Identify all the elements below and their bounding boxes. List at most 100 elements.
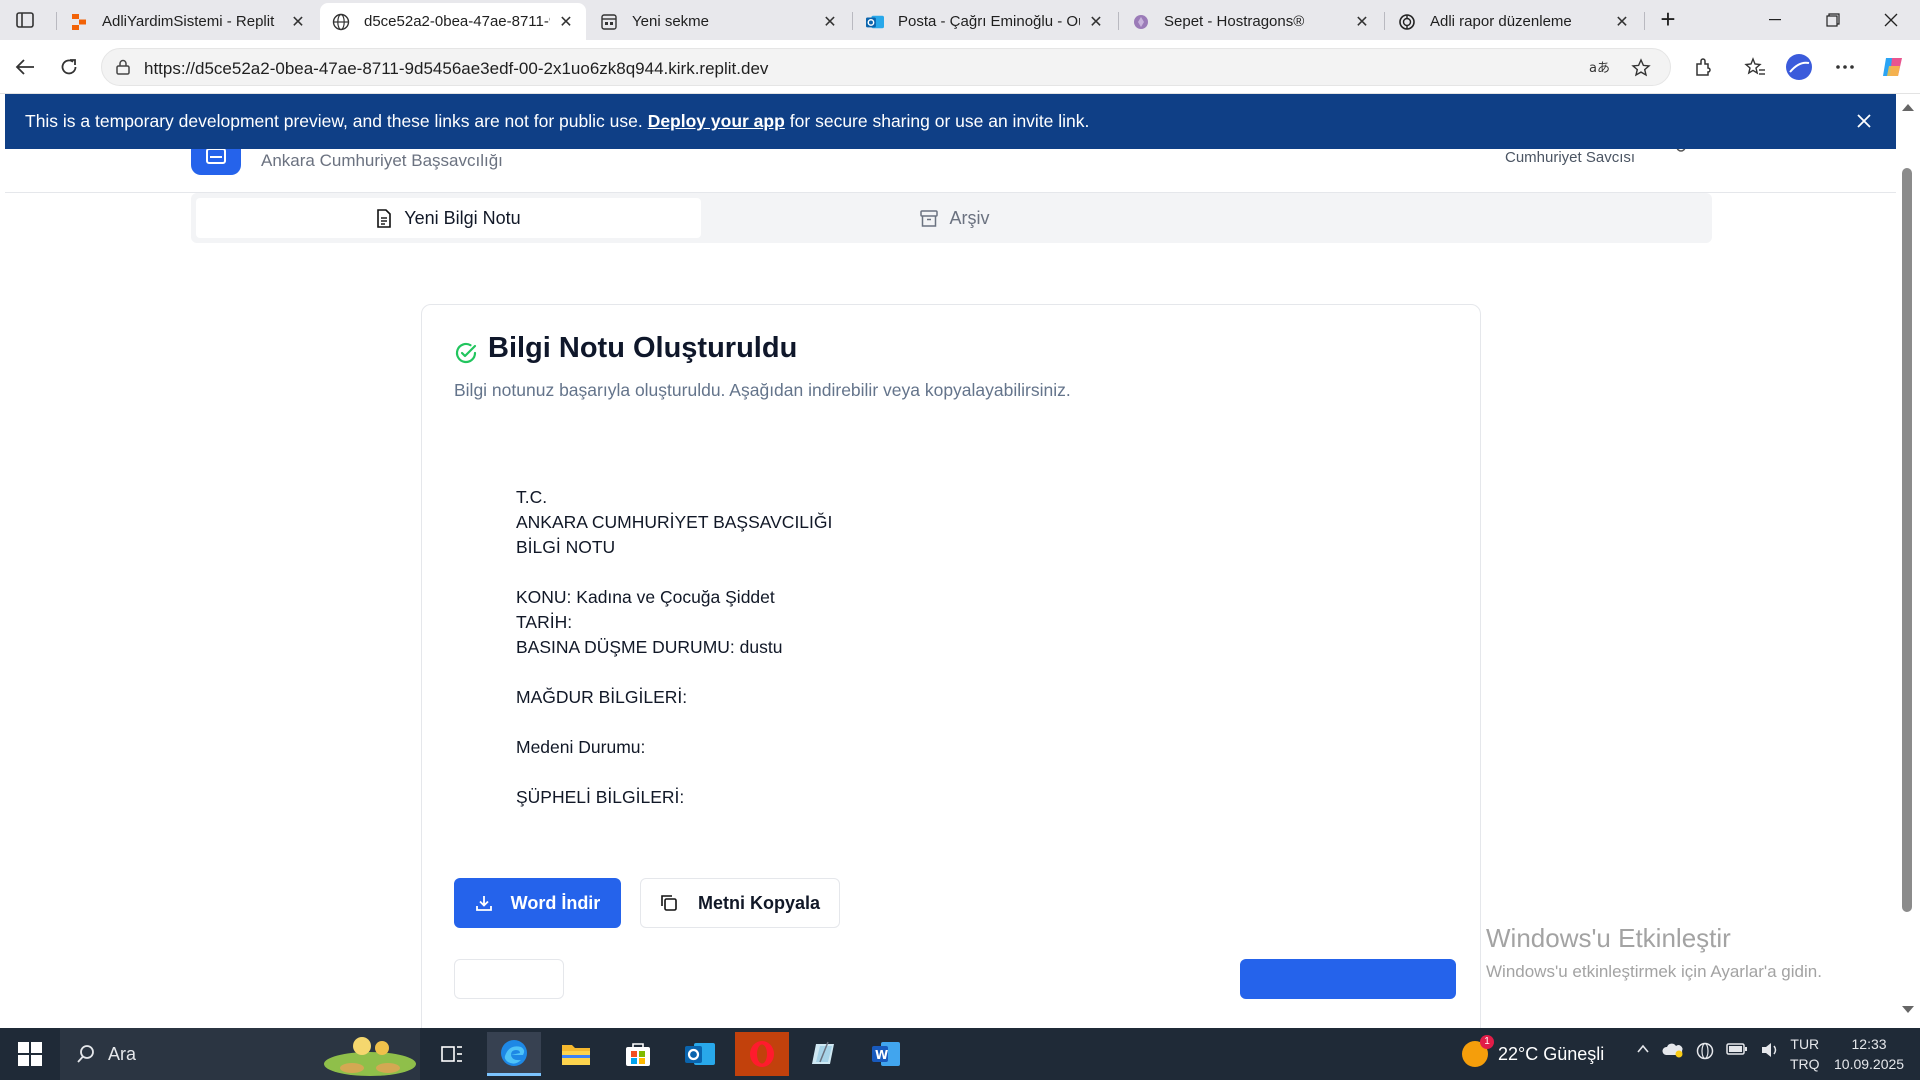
windows-activation-watermark: Windows'u Etkinleştir Windows'u etkinleş…	[1486, 923, 1822, 982]
edge-taskbar-icon[interactable]	[487, 1032, 541, 1076]
primary-action-button[interactable]	[1240, 959, 1456, 999]
copy-text-button[interactable]: Metni Kopyala	[640, 878, 840, 928]
new-tab-button[interactable]: +	[1654, 6, 1682, 34]
copilot-icon[interactable]	[1878, 52, 1908, 82]
file-explorer-icon[interactable]	[549, 1032, 603, 1076]
tab-close-icon[interactable]: ✕	[556, 12, 576, 32]
favorite-star-icon[interactable]	[1629, 56, 1653, 80]
restore-icon[interactable]	[1804, 0, 1862, 40]
tab-separator	[1384, 12, 1385, 30]
browser-tab-2[interactable]: Yeni sekme ✕	[588, 3, 850, 40]
svg-text:aあ: aあ	[1589, 61, 1610, 76]
opera-taskbar-icon[interactable]	[735, 1032, 789, 1076]
tab-title: Adli rapor düzenleme	[1430, 13, 1572, 30]
sun-icon: 1	[1462, 1035, 1494, 1067]
scrollbar-thumb[interactable]	[1902, 168, 1912, 912]
tab-yeni-bilgi-notu[interactable]: Yeni Bilgi Notu	[196, 198, 701, 238]
tab-title: Yeni sekme	[632, 13, 709, 30]
tab-close-icon[interactable]: ✕	[820, 12, 840, 32]
scroll-up-icon[interactable]	[1902, 104, 1914, 111]
microsoft-store-icon[interactable]	[611, 1032, 665, 1076]
more-menu-icon[interactable]	[1830, 52, 1860, 82]
banner-text-after: for secure sharing or use an invite link…	[789, 111, 1090, 131]
input-language[interactable]: TUR TRQ	[1790, 1034, 1820, 1074]
minimize-icon[interactable]	[1746, 0, 1804, 40]
extensions-icon[interactable]	[1688, 52, 1718, 82]
battery-icon[interactable]	[1726, 1042, 1748, 1065]
onedrive-icon[interactable]	[1662, 1042, 1684, 1065]
taskbar-clock[interactable]: 12:33 10.09.2025	[1834, 1034, 1904, 1074]
document-text: T.C. ANKARA CUMHURİYET BAŞSAVCILIĞI BİLGİ …	[516, 485, 832, 841]
tab-title: AdliYardimSistemi - Replit	[102, 13, 275, 30]
browser-tab-1[interactable]: d5ce52a2-0bea-47ae-8711-9 ✕	[320, 3, 586, 40]
document-preview[interactable]: T.C. ANKARA CUMHURİYET BAŞSAVCILIĞI BİLGİ …	[486, 445, 1454, 841]
app-subtitle: Ankara Cumhuriyet Başsavcılığı	[261, 151, 503, 170]
address-bar[interactable]: https://d5ce52a2-0bea-47ae-8711-9d5456ae…	[101, 48, 1671, 86]
search-icon	[77, 1045, 94, 1063]
word-download-button[interactable]: Word İndir	[454, 878, 621, 928]
sidebar-toggle-icon[interactable]	[10, 8, 40, 32]
network-icon[interactable]	[1696, 1042, 1714, 1065]
button-label: Metni Kopyala	[697, 892, 821, 913]
back-icon[interactable]	[10, 52, 40, 82]
tab-close-icon[interactable]: ✕	[1086, 12, 1106, 32]
result-card: Bilgi Notu Oluşturuldu Bilgi notunuz baş…	[421, 304, 1481, 1028]
notepad-taskbar-icon[interactable]	[797, 1032, 851, 1076]
profile-avatar[interactable]	[1784, 52, 1814, 82]
tab-separator	[56, 12, 57, 30]
word-taskbar-icon[interactable]: W	[859, 1032, 913, 1076]
tab-close-icon[interactable]: ✕	[1352, 12, 1372, 32]
taskview-icon[interactable]	[425, 1032, 479, 1076]
windows-start-icon[interactable]	[12, 1040, 48, 1068]
tab-arsiv[interactable]: Arşiv	[702, 198, 1207, 238]
user-menu-icon[interactable]	[1675, 149, 1689, 158]
url-text: https://d5ce52a2-0bea-47ae-8711-9d5456ae…	[144, 59, 769, 78]
document-icon	[377, 208, 392, 228]
favorites-icon[interactable]	[1740, 52, 1770, 82]
outlook-taskbar-icon[interactable]	[673, 1032, 727, 1076]
svg-text:W: W	[875, 1048, 888, 1062]
document-line: TARİH:	[516, 612, 573, 632]
card-title: Bilgi Notu Oluşturuldu	[488, 332, 798, 364]
browser-tab-3[interactable]: Posta - Çağrı Eminoğlu - Out ✕	[854, 3, 1116, 40]
keyboard-layout: TRQ	[1790, 1056, 1820, 1072]
close-window-icon[interactable]	[1862, 0, 1920, 40]
document-line: MAĞDUR BİLGİLERİ:	[516, 687, 688, 707]
app-header: Ankara Cumhuriyet Başsavcılığı Cumhuriye…	[5, 149, 1896, 193]
deploy-app-link[interactable]: Deploy your app	[648, 111, 785, 132]
watermark-subtitle: Windows'u etkinleştirmek için Ayarlar'a …	[1486, 962, 1822, 981]
tab-close-icon[interactable]: ✕	[288, 12, 308, 32]
browser-tab-0[interactable]: AdliYardimSistemi - Replit ✕	[58, 3, 318, 40]
scroll-down-icon[interactable]	[1902, 1006, 1914, 1013]
copy-icon	[661, 895, 677, 911]
browser-toolbar: https://d5ce52a2-0bea-47ae-8711-9d5456ae…	[0, 40, 1920, 94]
volume-icon[interactable]	[1760, 1042, 1780, 1065]
weather-widget[interactable]: 1 22°C Güneşli	[1462, 1028, 1604, 1080]
tab-close-icon[interactable]: ✕	[1612, 12, 1632, 32]
secondary-button[interactable]	[454, 959, 564, 999]
chevron-up-icon[interactable]	[1636, 1042, 1650, 1065]
search-label: Ara	[108, 1043, 137, 1064]
windows-taskbar: Ara W 1 22°C Güneşli TUR TRQ 12:33 10.09…	[0, 1028, 1920, 1080]
dev-preview-banner: This is a temporary development preview,…	[5, 94, 1896, 149]
download-icon	[475, 896, 492, 911]
reload-icon[interactable]	[54, 52, 84, 82]
browser-tab-4[interactable]: Sepet - Hostragons® ✕	[1120, 3, 1382, 40]
page-scrollbar[interactable]	[1896, 94, 1920, 1028]
search-highlight-art	[322, 1034, 418, 1076]
browser-tab-5[interactable]: Adli rapor düzenleme ✕	[1386, 3, 1642, 40]
document-line: T.C.	[516, 487, 548, 507]
watermark-title: Windows'u Etkinleştir	[1486, 923, 1731, 953]
site-info-icon[interactable]	[114, 58, 132, 76]
weather-badge: 1	[1480, 1035, 1494, 1049]
weather-text: 22°C Güneşli	[1498, 1043, 1605, 1064]
translate-icon[interactable]: aあ	[1588, 56, 1612, 80]
banner-close-icon[interactable]	[1852, 109, 1876, 133]
replit-icon	[70, 13, 88, 31]
